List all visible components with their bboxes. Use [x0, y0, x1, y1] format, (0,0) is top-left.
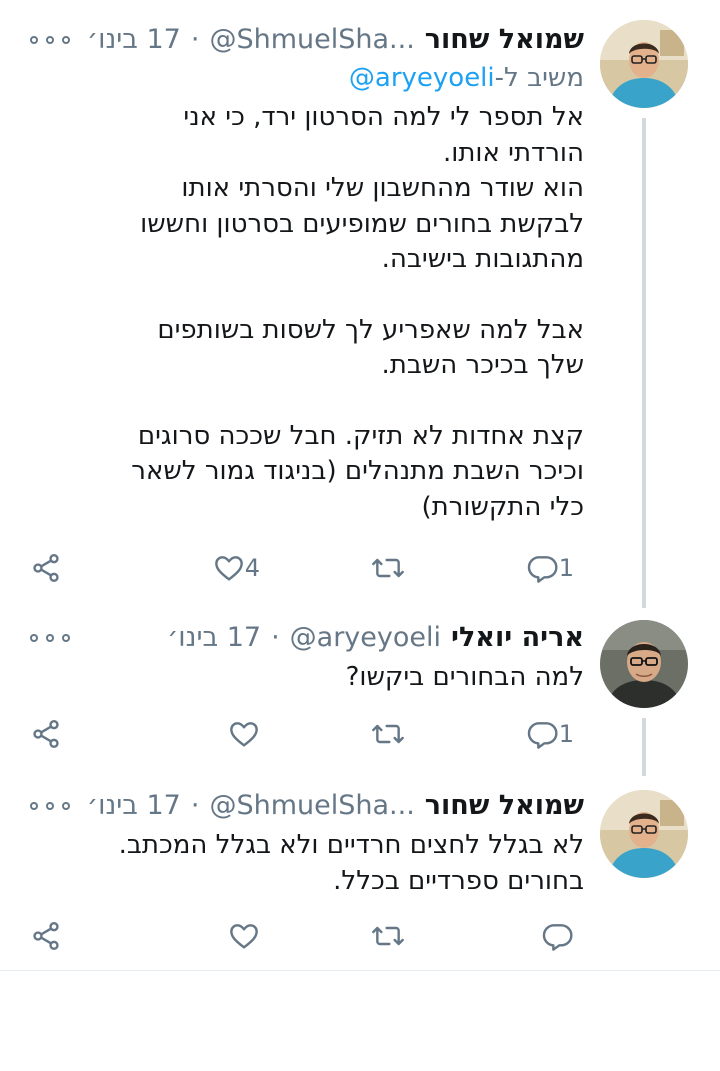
share-button[interactable] [30, 916, 62, 956]
retweet-button[interactable] [370, 916, 406, 956]
reply-icon [542, 924, 573, 951]
tweet[interactable]: שמואל שחור @ShmuelSha... · 17 בינו׳ לא ב… [0, 0, 720, 970]
thread-divider [0, 970, 720, 971]
tweet-header: שמואל שחור @ShmuelSha... · 17 בינו׳ [30, 786, 584, 826]
user-handle[interactable]: @ShmuelSha... [209, 786, 414, 826]
tweet-actions [30, 916, 584, 956]
avatar-photo [600, 790, 688, 878]
separator-dot: · [190, 790, 200, 821]
retweet-icon [372, 926, 404, 946]
more-icon[interactable] [30, 796, 70, 816]
tweet-paragraph: לא בגלל לחצים חרדיים ולא בגלל המכתב. בחו… [118, 830, 584, 896]
heart-icon [230, 924, 258, 949]
reply-button[interactable] [542, 916, 584, 956]
share-icon [33, 922, 59, 950]
display-name[interactable]: שמואל שחור [425, 786, 584, 826]
avatar[interactable] [600, 790, 688, 878]
reply-thread: שמואל שחור @ShmuelSha... · 17 בינו׳ משיב… [0, 0, 720, 1071]
tweet-text: לא בגלל לחצים חרדיים ולא בגלל המכתב. בחו… [114, 828, 584, 899]
like-button[interactable] [228, 916, 270, 956]
tweet-date[interactable]: 17 בינו׳ [87, 786, 181, 826]
